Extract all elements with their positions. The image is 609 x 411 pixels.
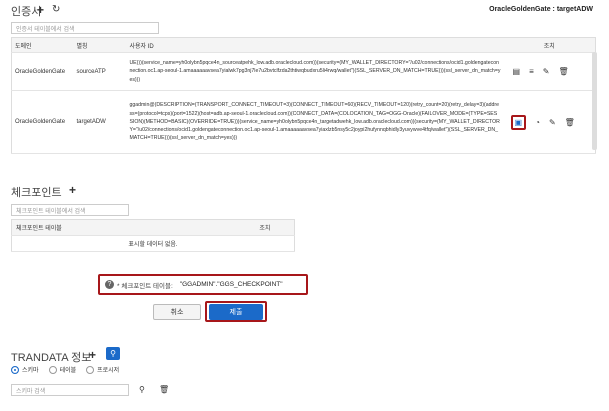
- connect-db-icon[interactable]: ▣: [510, 114, 527, 130]
- delete-icon[interactable]: 🗑: [159, 385, 169, 394]
- col-alias: 별칭: [73, 37, 127, 53]
- credentials-table: 도메인 별칭 사용자 ID 조치 OracleGoldenGate source…: [11, 37, 596, 154]
- edit-icon[interactable]: ✎: [549, 118, 556, 127]
- radio-label: 스키마: [22, 368, 39, 374]
- cell-domain: OracleGoldenGate: [11, 52, 74, 91]
- radio-dot: [11, 365, 19, 374]
- empty-message: 표시할 데이터 없음.: [11, 235, 295, 252]
- checkpoint-title: 체크포인트: [11, 187, 62, 199]
- diagnose-icon[interactable]: ◔: [535, 118, 540, 127]
- edit-icon[interactable]: ✎: [543, 67, 550, 76]
- checkpoint-field-value[interactable]: "GGADMIN"."GGS_CHECKPOINT": [180, 281, 283, 288]
- table-row: OracleGoldenGate targetADW ggadmin@(DESC…: [11, 90, 596, 154]
- radio-schema[interactable]: 스키마: [11, 365, 39, 374]
- add-checkpoint-icon[interactable]: +: [69, 183, 76, 197]
- col-domain: 도메인: [11, 37, 74, 53]
- delete-icon[interactable]: 🗑: [558, 67, 568, 76]
- col-userid: 사용자 ID: [126, 37, 504, 53]
- col-checkpoint-table: 체크포인트 테이블: [11, 219, 236, 236]
- scrollbar[interactable]: [592, 52, 597, 150]
- radio-procedure[interactable]: 프로시저: [86, 365, 119, 374]
- radio-label: 테이블: [59, 368, 77, 374]
- add-trandata-icon[interactable]: +: [89, 348, 96, 362]
- checkpoint-table: 체크포인트 테이블 조치 표시할 데이터 없음.: [11, 219, 295, 252]
- search-icon[interactable]: ⚲: [139, 385, 145, 394]
- context-label: OracleGoldenGate : targetADW: [489, 6, 593, 13]
- radio-dot: [86, 365, 95, 374]
- checkpoint-field-highlight: ? * 체크포인트 테이블: "GGADMIN"."GGS_CHECKPOINT…: [98, 274, 308, 295]
- cancel-button[interactable]: 취소: [153, 304, 201, 320]
- cell-domain: OracleGoldenGate: [11, 90, 74, 154]
- radio-dot: [48, 365, 57, 374]
- connect-db-icon[interactable]: ▤: [513, 67, 521, 76]
- col-actions: 조치: [503, 37, 596, 53]
- cell-alias: targetADW: [73, 90, 127, 154]
- trandata-search-input[interactable]: 스키마 검색: [11, 384, 129, 396]
- trandata-radio-group: 스키마 테이블 프로시저: [11, 365, 129, 374]
- checkpoint-field-label: * 체크포인트 테이블:: [117, 282, 173, 290]
- delete-icon[interactable]: 🗑: [565, 118, 575, 127]
- cell-alias: sourceATP: [73, 52, 127, 91]
- table-row: OracleGoldenGate sourceATP UE)))(service…: [11, 52, 596, 91]
- submit-button[interactable]: 제출: [209, 304, 263, 320]
- checkpoint-search-input[interactable]: 체크포인트 테이블에서 검색: [11, 204, 129, 216]
- col-checkpoint-actions: 조치: [235, 219, 295, 236]
- radio-label: 프로시저: [97, 368, 120, 374]
- credentials-search-input[interactable]: 인증서 테이블에서 검색: [11, 22, 159, 34]
- help-icon[interactable]: ?: [105, 280, 114, 289]
- search-icon: ⚲: [110, 349, 116, 358]
- add-credential-icon[interactable]: +: [37, 3, 44, 17]
- trandata-title: TRANDATA 정보: [11, 352, 92, 364]
- table-header-row: 도메인 별칭 사용자 ID 조치: [11, 37, 596, 53]
- cell-userid: ggadmin@(DESCRIPTION=(TRANSPORT_CONNECT_…: [129, 102, 500, 142]
- refresh-icon[interactable]: ↻: [52, 4, 60, 15]
- search-button[interactable]: ⚲: [106, 347, 120, 360]
- radio-table[interactable]: 테이블: [48, 365, 77, 374]
- cell-userid: UE)))(service_name=yh0olybn5pqce4n_sourc…: [129, 60, 501, 83]
- diagnose-icon[interactable]: ≡: [529, 67, 534, 76]
